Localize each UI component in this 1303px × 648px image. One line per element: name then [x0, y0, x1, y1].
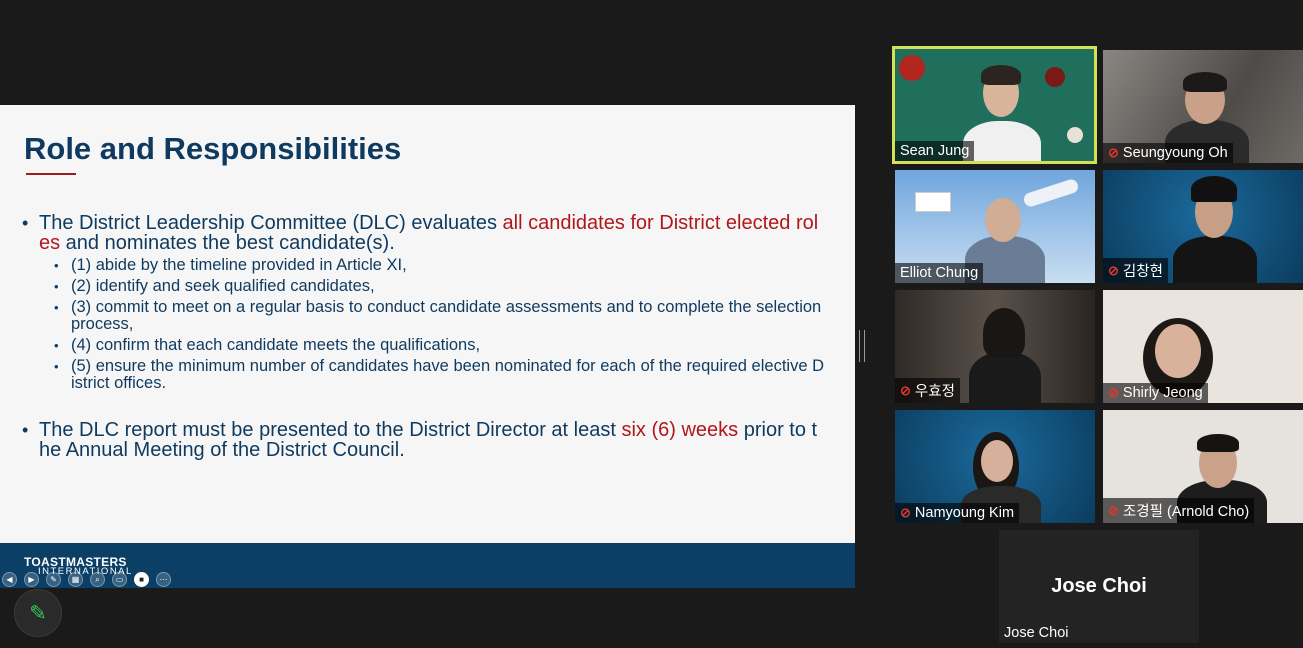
- sub-bullet-list: (1) abide by the timeline provided in Ar…: [22, 257, 827, 392]
- pen-tool-icon[interactable]: ✎: [46, 572, 61, 587]
- zoom-icon[interactable]: ⌕: [90, 572, 105, 587]
- participant-name: ⊘ 조경필 (Arnold Cho): [1103, 498, 1255, 523]
- participant-name: ⊘ 우효정: [895, 378, 960, 403]
- participant-tile-jose-choi[interactable]: Jose Choi Jose Choi: [999, 530, 1199, 643]
- shared-slide: Role and Responsibilities The District L…: [0, 105, 855, 588]
- person-body: [1173, 236, 1257, 283]
- participant-tile-sean-jung[interactable]: Sean Jung: [892, 46, 1097, 164]
- panel-resize-handle[interactable]: [859, 330, 865, 362]
- mic-off-icon: ⊘: [1108, 385, 1119, 400]
- person-hair: [1197, 434, 1239, 452]
- subtitles-icon[interactable]: ▭: [112, 572, 127, 587]
- person-hair: [981, 65, 1021, 85]
- participant-tile-shirly-jeong[interactable]: ⊘ Shirly Jeong: [1103, 290, 1303, 403]
- participant-tile-seungyoung-oh[interactable]: ⊘ Seungyoung Oh: [1103, 50, 1303, 163]
- participant-name: Elliot Chung: [895, 263, 984, 283]
- presentation-controls: ◀ ▶ ✎ ▦ ⌕ ▭ ■ ⋯: [0, 572, 171, 587]
- bullet-dlc-evaluates: The District Leadership Committee (DLC) …: [22, 213, 827, 253]
- participant-name: ⊘ Namyoung Kim: [895, 503, 1020, 523]
- participant-name: Jose Choi: [1004, 625, 1069, 641]
- slide-title: Role and Responsibilities: [24, 131, 402, 166]
- ornament-decoration: [1045, 67, 1065, 87]
- pencil-icon: ✎: [29, 601, 47, 625]
- annotate-button[interactable]: ✎: [14, 589, 62, 637]
- participant-name: ⊘ Shirly Jeong: [1103, 383, 1208, 403]
- slide-content: The District Leadership Committee (DLC) …: [22, 213, 827, 460]
- mic-off-icon: ⊘: [900, 505, 911, 520]
- person-head: [981, 440, 1013, 482]
- next-slide-icon[interactable]: ▶: [24, 572, 39, 587]
- more-options-icon[interactable]: ⋯: [156, 572, 171, 587]
- bullet2-highlight: six (6) weeks: [621, 419, 739, 441]
- bullet2-lead: The DLC report must be presented to the …: [39, 419, 622, 441]
- participant-tile-elliot-chung[interactable]: Elliot Chung: [895, 170, 1095, 283]
- bullet1-lead: The District Leadership Committee (DLC) …: [39, 212, 503, 234]
- slide-footer: TOASTMASTERS INTERNATIONAL ◀ ▶ ✎ ▦ ⌕ ▭ ■…: [0, 543, 855, 588]
- camera-icon[interactable]: ■: [134, 572, 149, 587]
- sub-bullet: (1) abide by the timeline provided in Ar…: [22, 257, 827, 275]
- mic-off-icon: ⊘: [1108, 262, 1119, 278]
- participant-name: Sean Jung: [895, 141, 975, 161]
- participant-name-center: Jose Choi: [1051, 575, 1147, 597]
- mic-off-icon: ⊘: [1108, 145, 1119, 160]
- sub-bullet: (2) identify and seek qualified candidat…: [22, 278, 827, 296]
- slides-grid-icon[interactable]: ▦: [68, 572, 83, 587]
- sub-bullet: (3) commit to meet on a regular basis to…: [22, 299, 827, 333]
- person-body: [963, 121, 1041, 161]
- bullet1-tail: and nominates the best candidate(s).: [60, 232, 395, 254]
- participant-tile-kim-changhyun[interactable]: ⊘ 김창현: [1103, 170, 1303, 283]
- person-head: [985, 198, 1021, 242]
- person-hair: [983, 308, 1025, 358]
- bullet-dlc-report: The DLC report must be presented to the …: [22, 420, 827, 460]
- participant-tile-arnold-cho[interactable]: ⊘ 조경필 (Arnold Cho): [1103, 410, 1303, 523]
- person-head: [1155, 324, 1201, 378]
- participant-name: ⊘ 김창현: [1103, 258, 1168, 283]
- ornament-decoration: [899, 55, 925, 81]
- mic-off-icon: ⊘: [1108, 502, 1119, 518]
- sub-bullet: (5) ensure the minimum number of candida…: [22, 358, 827, 392]
- participant-tile-woo-hyojeong[interactable]: ⊘ 우효정: [895, 290, 1095, 403]
- person-hair: [1183, 72, 1227, 92]
- participant-name: ⊘ Seungyoung Oh: [1103, 143, 1233, 163]
- participant-tile-namyoung-kim[interactable]: ⊘ Namyoung Kim: [895, 410, 1095, 523]
- person-body: [969, 352, 1041, 403]
- ornament-decoration: [1067, 127, 1083, 143]
- prev-slide-icon[interactable]: ◀: [2, 572, 17, 587]
- person-hat: [1191, 176, 1237, 202]
- title-underline: [26, 173, 76, 175]
- mic-off-icon: ⊘: [900, 382, 911, 398]
- signpost-decoration: [915, 192, 951, 212]
- sub-bullet: (4) confirm that each candidate meets th…: [22, 337, 827, 355]
